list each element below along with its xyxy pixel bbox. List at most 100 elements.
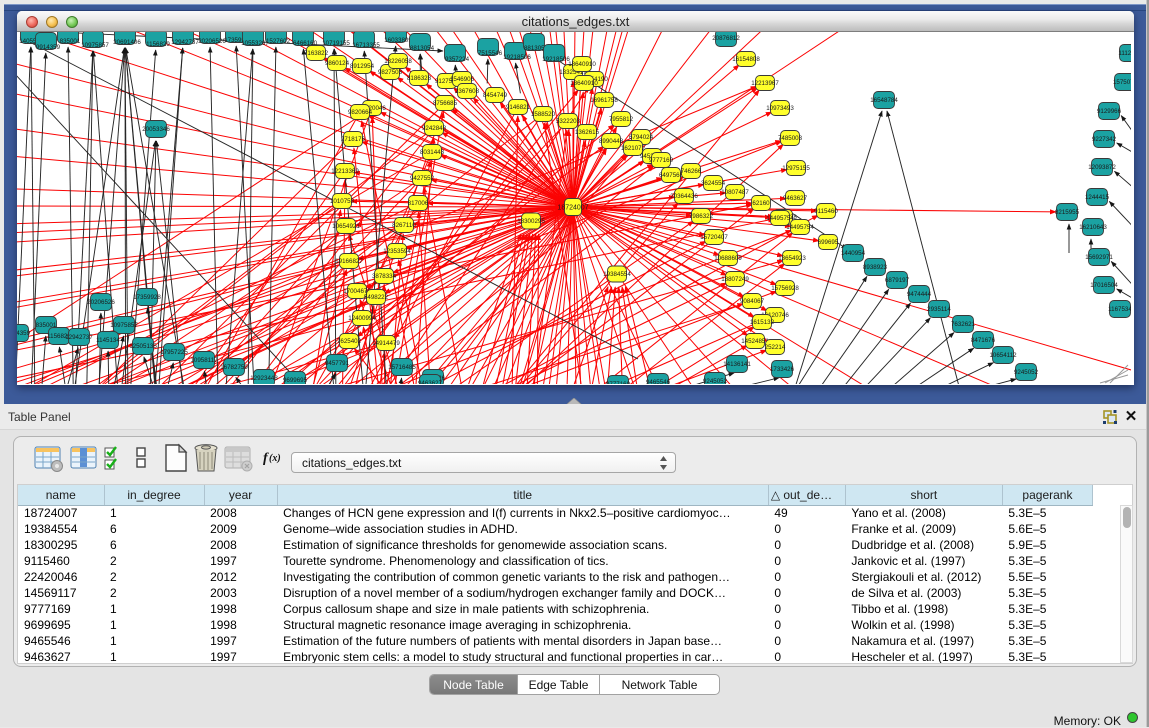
svg-text:5322203: 5322203 (556, 118, 581, 125)
svg-text:(x): (x) (269, 453, 281, 464)
svg-text:7163822: 7163822 (304, 50, 329, 57)
svg-text:14914479: 14914479 (372, 340, 400, 347)
svg-text:8471676: 8471676 (971, 337, 996, 344)
svg-text:1244415: 1244415 (1085, 194, 1110, 201)
svg-text:252214: 252214 (765, 344, 786, 351)
svg-text:9457791: 9457791 (325, 360, 350, 367)
svg-text:18300295: 18300295 (517, 218, 545, 225)
svg-text:62160: 62160 (752, 200, 770, 207)
svg-text:20691406: 20691406 (113, 39, 141, 46)
svg-text:1588520: 1588520 (531, 111, 556, 118)
svg-text:1010753: 1010753 (330, 198, 355, 205)
svg-text:1621072: 1621072 (621, 145, 646, 152)
svg-text:15716485: 15716485 (388, 364, 416, 371)
svg-text:10654112: 10654112 (989, 352, 1017, 359)
svg-text:8215955: 8215955 (1055, 209, 1080, 216)
svg-text:7515546: 7515546 (478, 50, 503, 57)
svg-text:3624554: 3624554 (701, 180, 726, 187)
svg-text:14136141: 14136141 (723, 361, 751, 368)
svg-text:10975857: 10975857 (81, 42, 109, 49)
svg-text:1527602: 1527602 (266, 38, 291, 45)
svg-text:20206526: 20206526 (87, 299, 115, 306)
svg-text:8031443: 8031443 (420, 149, 445, 156)
svg-text:8813054: 8813054 (410, 45, 435, 52)
svg-text:2935114: 2935114 (927, 306, 951, 313)
svg-text:9084067: 9084067 (740, 298, 765, 305)
svg-text:9129966: 9129966 (1097, 108, 1122, 115)
svg-text:9115460: 9115460 (814, 208, 838, 215)
svg-text:1733426: 1733426 (770, 366, 795, 373)
svg-text:9914359: 9914359 (36, 44, 61, 51)
svg-text:20053346: 20053346 (142, 126, 170, 133)
svg-text:12093872: 12093872 (1088, 164, 1116, 171)
svg-text:19218506: 19218506 (503, 54, 531, 61)
svg-text:16154808: 16154808 (732, 56, 760, 63)
svg-text:17016504: 17016504 (1090, 282, 1118, 289)
svg-text:1575074: 1575074 (1113, 79, 1131, 86)
svg-text:12942737: 12942737 (65, 334, 93, 341)
svg-text:9820664: 9820664 (348, 109, 373, 116)
svg-text:20206526: 20206526 (198, 38, 226, 45)
svg-text:9227342: 9227342 (1092, 136, 1117, 143)
svg-text:1440954: 1440954 (841, 250, 866, 257)
svg-text:9146821: 9146821 (506, 104, 531, 111)
svg-text:18724007: 18724007 (557, 205, 588, 212)
svg-text:12353594: 12353594 (383, 248, 411, 255)
svg-text:9463627: 9463627 (783, 195, 808, 202)
svg-text:13654923: 13654923 (778, 255, 806, 262)
svg-text:9777169: 9777169 (606, 381, 631, 384)
svg-text:8186328: 8186328 (407, 75, 432, 82)
svg-text:10958117: 10958117 (190, 357, 218, 364)
svg-text:9914359: 9914359 (17, 330, 31, 337)
svg-text:16210643: 16210643 (1079, 224, 1107, 231)
svg-text:9699695: 9699695 (283, 377, 308, 384)
svg-text:16782759: 16782759 (220, 364, 248, 371)
svg-text:9463627: 9463627 (418, 380, 443, 384)
svg-text:10807487: 10807487 (721, 189, 749, 196)
svg-text:12213967: 12213967 (751, 80, 779, 87)
svg-text:8938923: 8938923 (863, 264, 888, 271)
svg-text:19166827: 19166827 (335, 258, 363, 265)
svg-text:9860124: 9860124 (325, 60, 350, 67)
svg-text:12505135: 12505135 (129, 343, 157, 350)
svg-text:14495754: 14495754 (786, 224, 814, 231)
svg-text:12923448: 12923448 (250, 375, 278, 382)
svg-text:13226058: 13226058 (384, 58, 412, 65)
svg-text:7485003: 7485003 (778, 135, 803, 142)
svg-text:15692971: 15692971 (1085, 254, 1113, 261)
svg-text:18640910: 18640910 (570, 80, 598, 87)
svg-text:746266: 746266 (681, 168, 702, 175)
svg-text:8454749: 8454749 (483, 92, 508, 99)
svg-text:1615132: 1615132 (750, 319, 775, 326)
svg-text:5498222: 5498222 (364, 294, 389, 301)
svg-text:7986322: 7986322 (689, 213, 714, 220)
svg-text:12213369: 12213369 (331, 168, 359, 175)
svg-text:15756928: 15756928 (771, 285, 799, 292)
svg-text:17359928: 17359928 (133, 294, 161, 301)
svg-text:1546906: 1546906 (450, 76, 475, 83)
svg-text:9357224: 9357224 (445, 56, 470, 63)
svg-text:10975857: 10975857 (110, 322, 138, 329)
svg-text:1156829: 1156829 (146, 41, 170, 48)
svg-text:1112441: 1112441 (1118, 50, 1131, 57)
svg-text:8267110: 8267110 (392, 222, 416, 229)
svg-text:1362615: 1362615 (575, 129, 600, 136)
svg-text:18807249: 18807249 (721, 276, 749, 283)
svg-text:16961758: 16961758 (590, 97, 618, 104)
svg-text:19218506: 19218506 (542, 56, 570, 63)
svg-text:9245052: 9245052 (1014, 369, 1039, 376)
svg-text:10973493: 10973493 (766, 105, 794, 112)
svg-text:8990448: 8990448 (599, 138, 624, 145)
svg-text:9427552: 9427552 (410, 175, 435, 182)
svg-text:10719155: 10719155 (322, 40, 350, 47)
svg-text:15720407: 15720407 (700, 234, 728, 241)
svg-text:9465546: 9465546 (646, 379, 671, 384)
svg-text:2718176: 2718176 (341, 136, 366, 143)
svg-text:20364436: 20364436 (670, 193, 698, 200)
svg-text:9245052: 9245052 (703, 378, 728, 384)
svg-text:18640910: 18640910 (568, 61, 596, 68)
svg-text:699695: 699695 (818, 239, 839, 246)
svg-text:9827503: 9827503 (378, 69, 403, 76)
svg-text:7632621: 7632621 (951, 321, 976, 328)
svg-text:16033809: 16033809 (384, 37, 412, 44)
